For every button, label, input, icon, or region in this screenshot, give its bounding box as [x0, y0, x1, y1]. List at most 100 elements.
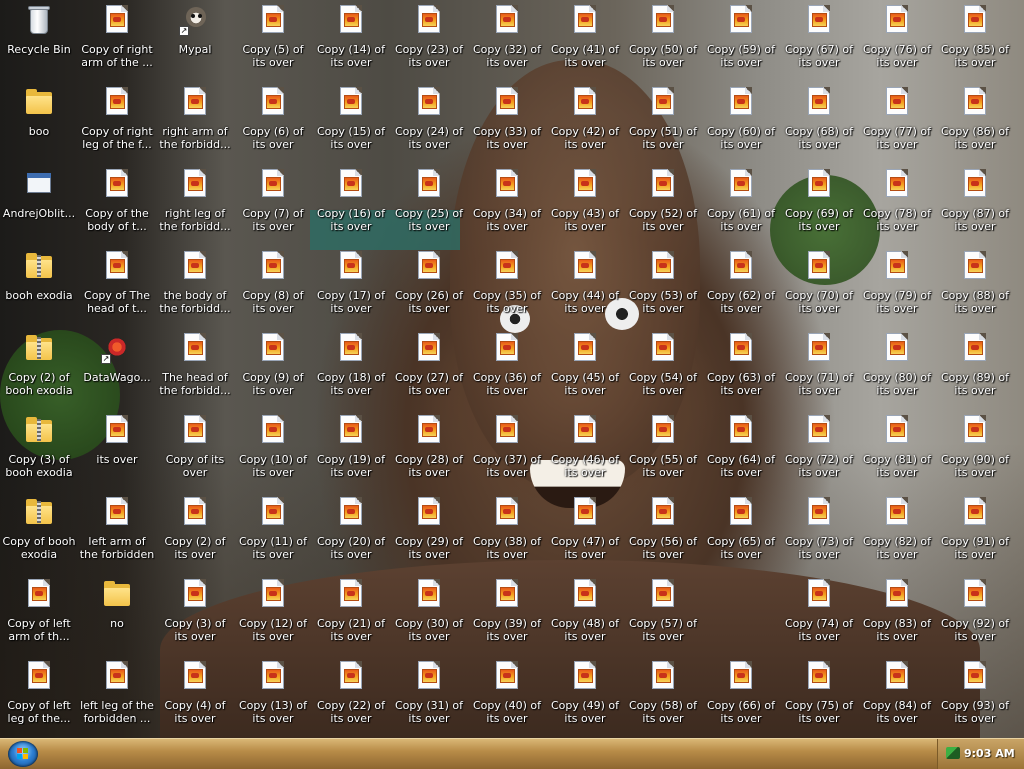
desktop-icon[interactable]: Copy (88) of its over [936, 248, 1014, 328]
desktop-icon[interactable]: Copy of left leg of the... [0, 658, 78, 738]
desktop-icon[interactable]: Copy (55) of its over [624, 412, 702, 492]
desktop-icon[interactable]: Copy (21) of its over [312, 576, 390, 656]
start-button[interactable] [8, 741, 38, 767]
desktop-icon[interactable]: the body of the forbidd... [156, 248, 234, 328]
desktop-icon[interactable]: Copy (15) of its over [312, 84, 390, 164]
desktop-icon[interactable]: Copy (86) of its over [936, 84, 1014, 164]
desktop-icon[interactable]: Copy (76) of its over [858, 2, 936, 82]
desktop-icon[interactable]: Copy (27) of its over [390, 330, 468, 410]
desktop-icon[interactable]: Copy (11) of its over [234, 494, 312, 574]
desktop-icon[interactable]: Copy (51) of its over [624, 84, 702, 164]
desktop-icon[interactable]: Copy (68) of its over [780, 84, 858, 164]
desktop-icon[interactable]: Copy (9) of its over [234, 330, 312, 410]
desktop-icon[interactable]: Copy (71) of its over [780, 330, 858, 410]
desktop-icon[interactable]: Copy (46) of its over [546, 412, 624, 492]
desktop-icon[interactable]: Copy (14) of its over [312, 2, 390, 82]
clock[interactable]: 9:03 AM [964, 747, 1015, 760]
desktop-icon[interactable]: Copy (81) of its over [858, 412, 936, 492]
desktop-icon[interactable]: Copy (92) of its over [936, 576, 1014, 656]
desktop-icon[interactable]: Copy of right arm of the ... [78, 2, 156, 82]
desktop-icon[interactable]: Copy (34) of its over [468, 166, 546, 246]
desktop-icon[interactable]: Copy (16) of its over [312, 166, 390, 246]
desktop-icon[interactable]: Copy of booh exodia [0, 494, 78, 574]
desktop-icon[interactable]: left leg of the forbidden ... [78, 658, 156, 738]
desktop-icon[interactable]: Copy (69) of its over [780, 166, 858, 246]
desktop-icon[interactable]: Copy (65) of its over [702, 494, 780, 574]
desktop-icon[interactable]: no [78, 576, 156, 656]
desktop-icon[interactable]: Copy (52) of its over [624, 166, 702, 246]
desktop-icon[interactable]: Copy (2) of booh exodia [0, 330, 78, 410]
desktop-icon[interactable]: Copy (30) of its over [390, 576, 468, 656]
desktop-icon[interactable]: Copy (50) of its over [624, 2, 702, 82]
desktop-icon[interactable]: Copy (2) of its over [156, 494, 234, 574]
desktop-icon[interactable]: Recycle Bin [0, 2, 78, 82]
desktop-icon[interactable]: Copy (41) of its over [546, 2, 624, 82]
desktop-icon[interactable]: ↗ Mypal [156, 2, 234, 82]
desktop-icon[interactable]: Copy (73) of its over [780, 494, 858, 574]
desktop-icon[interactable]: Copy of left arm of th... [0, 576, 78, 656]
desktop-icon[interactable]: Copy (20) of its over [312, 494, 390, 574]
desktop-icon[interactable]: Copy (82) of its over [858, 494, 936, 574]
desktop-icon[interactable]: The head of the forbidd... [156, 330, 234, 410]
network-icon[interactable] [946, 747, 960, 759]
desktop-icon[interactable]: Copy (80) of its over [858, 330, 936, 410]
desktop-icon[interactable]: Copy (8) of its over [234, 248, 312, 328]
desktop-icon[interactable]: Copy (85) of its over [936, 2, 1014, 82]
desktop-icon[interactable]: Copy (10) of its over [234, 412, 312, 492]
desktop-icon[interactable]: Copy (47) of its over [546, 494, 624, 574]
desktop-icon[interactable]: its over [78, 412, 156, 492]
desktop-icon[interactable]: Copy (4) of its over [156, 658, 234, 738]
desktop-icon[interactable]: Copy (31) of its over [390, 658, 468, 738]
desktop-icon[interactable]: Copy (84) of its over [858, 658, 936, 738]
desktop-icon[interactable]: Copy (7) of its over [234, 166, 312, 246]
desktop-icon[interactable]: Copy (26) of its over [390, 248, 468, 328]
desktop-icon[interactable]: Copy (93) of its over [936, 658, 1014, 738]
desktop-icon[interactable]: Copy (45) of its over [546, 330, 624, 410]
desktop-icon[interactable]: Copy (59) of its over [702, 2, 780, 82]
desktop-icon[interactable]: Copy (70) of its over [780, 248, 858, 328]
desktop-icon[interactable]: Copy (18) of its over [312, 330, 390, 410]
desktop-icon[interactable]: Copy (83) of its over [858, 576, 936, 656]
desktop-icon[interactable]: right leg of the forbidd... [156, 166, 234, 246]
desktop-icon[interactable]: Copy (87) of its over [936, 166, 1014, 246]
desktop-icon[interactable]: Copy (89) of its over [936, 330, 1014, 410]
desktop-icon[interactable]: Copy (72) of its over [780, 412, 858, 492]
desktop-icon[interactable]: Copy (57) of its over [624, 576, 702, 656]
desktop-icon[interactable]: Copy (29) of its over [390, 494, 468, 574]
desktop-icon[interactable]: Copy (39) of its over [468, 576, 546, 656]
desktop-icon[interactable]: Copy (12) of its over [234, 576, 312, 656]
desktop-icon[interactable]: Copy (62) of its over [702, 248, 780, 328]
desktop-icon[interactable]: Copy (23) of its over [390, 2, 468, 82]
desktop-icon[interactable]: Copy (28) of its over [390, 412, 468, 492]
desktop-icon[interactable]: Copy (63) of its over [702, 330, 780, 410]
desktop-icon[interactable]: Copy (25) of its over [390, 166, 468, 246]
desktop-icon[interactable]: Copy (78) of its over [858, 166, 936, 246]
desktop-icon[interactable]: AndrejOblit... [0, 166, 78, 246]
desktop-icon[interactable]: Copy (91) of its over [936, 494, 1014, 574]
desktop-icon[interactable]: Copy (44) of its over [546, 248, 624, 328]
desktop-icon[interactable]: Copy of The head of t... [78, 248, 156, 328]
desktop-icon[interactable]: Copy (37) of its over [468, 412, 546, 492]
desktop-icon[interactable]: Copy (35) of its over [468, 248, 546, 328]
desktop-icon[interactable]: Copy (40) of its over [468, 658, 546, 738]
desktop-icon[interactable]: left arm of the forbidden o... [78, 494, 156, 574]
desktop-icon[interactable]: Copy (54) of its over [624, 330, 702, 410]
desktop-icon[interactable]: Copy (3) of booh exodia [0, 412, 78, 492]
desktop-icon[interactable]: Copy (17) of its over [312, 248, 390, 328]
desktop-icon[interactable]: Copy (53) of its over [624, 248, 702, 328]
desktop-icon[interactable]: Copy (90) of its over [936, 412, 1014, 492]
desktop-icon[interactable]: booh exodia [0, 248, 78, 328]
desktop-icon[interactable]: Copy (33) of its over [468, 84, 546, 164]
desktop-icon[interactable]: Copy (3) of its over [156, 576, 234, 656]
desktop-icon[interactable]: Copy (38) of its over [468, 494, 546, 574]
desktop-icon[interactable]: Copy of right leg of the f... [78, 84, 156, 164]
desktop-icon[interactable]: Copy (36) of its over [468, 330, 546, 410]
desktop-icon[interactable]: Copy (75) of its over [780, 658, 858, 738]
desktop-icon[interactable]: Copy (48) of its over [546, 576, 624, 656]
desktop-icon[interactable]: Copy (49) of its over [546, 658, 624, 738]
desktop-icon[interactable]: Copy of its over [156, 412, 234, 492]
desktop-icon[interactable]: Copy (22) of its over [312, 658, 390, 738]
desktop-icon[interactable]: Copy (43) of its over [546, 166, 624, 246]
desktop-icon[interactable]: Copy (58) of its over [624, 658, 702, 738]
desktop-icon[interactable]: Copy (77) of its over [858, 84, 936, 164]
